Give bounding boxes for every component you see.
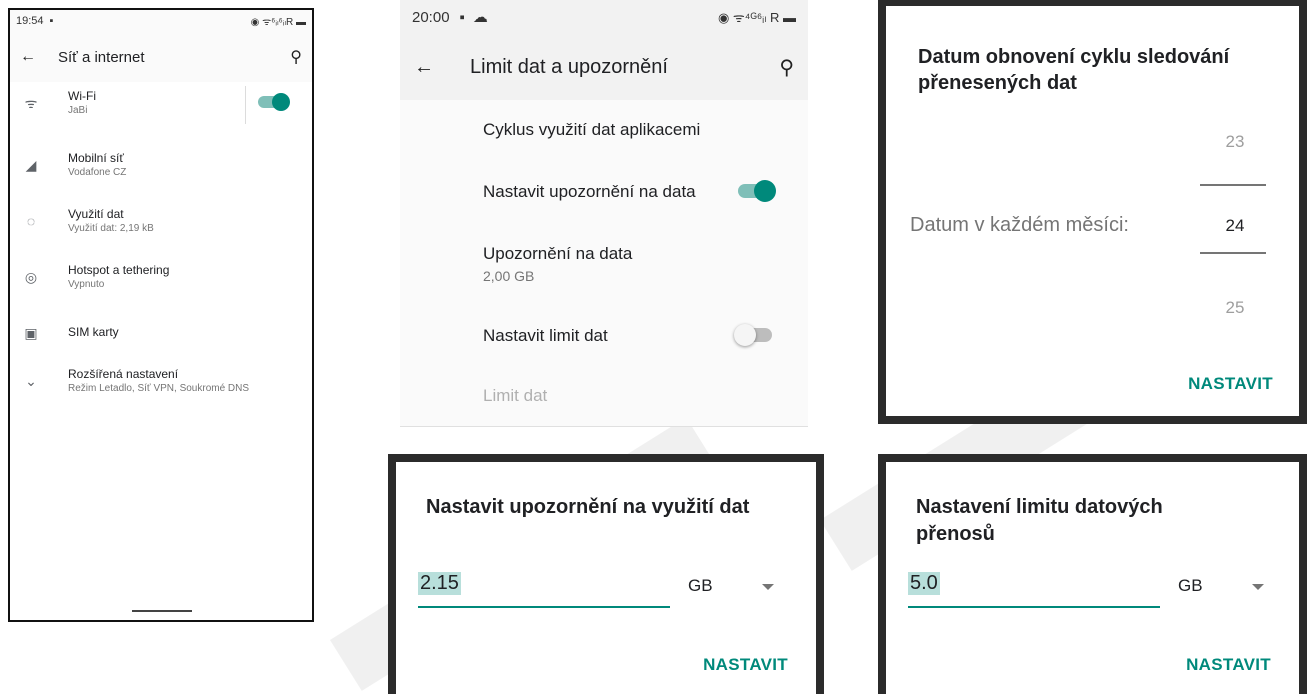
status-time: 20:00	[412, 8, 450, 26]
item-subtitle: Využití dat: 2,19 kB	[68, 223, 154, 234]
item-title: SIM karty	[68, 325, 119, 339]
status-icons: ◉ ᯤ⁴ᴳ⁶ᵢₗ R ▬	[717, 10, 796, 25]
page-title: Síť a internet	[58, 48, 145, 66]
limit-input[interactable]: 5.0	[908, 572, 940, 595]
list-item-advanced[interactable]: ⌄ Rozšířená nastavení Režim Letadlo, Síť…	[10, 366, 312, 416]
picker-current-value[interactable]: 24	[1200, 216, 1270, 236]
list-item-data-usage[interactable]: ◌ Využití dat Využití dat: 2,19 kB	[10, 206, 312, 256]
input-underline	[908, 606, 1160, 608]
signal-icon: ◢	[25, 156, 37, 173]
date-label: Datum v každém měsíci:	[910, 214, 1129, 236]
network-settings-screen: 19:54 ▪ ◉ ᯤ⁶ᵢₗ⁶ᵢₗR ▬ ← Síť a internet ⚲ …	[8, 8, 314, 622]
data-limit-screen: 20:00 ▪ ☁ ◉ ᯤ⁴ᴳ⁶ᵢₗ R ▬ ← Limit dat a upo…	[400, 0, 808, 427]
set-button[interactable]: NASTAVIT	[1186, 655, 1271, 675]
back-arrow-icon[interactable]: ←	[20, 48, 36, 66]
back-arrow-icon[interactable]: ←	[414, 56, 434, 79]
list-item-sim[interactable]: ▣ SIM karty	[10, 318, 312, 360]
data-warning-dialog: Nastavit upozornění na využití dat 2.15 …	[388, 454, 824, 694]
dropdown-caret-icon[interactable]	[762, 584, 774, 590]
warning-toggle[interactable]	[738, 180, 776, 202]
image-icon: ▪	[49, 15, 54, 27]
set-button[interactable]: NASTAVIT	[703, 655, 788, 675]
item-title: Rozšířená nastavení	[68, 367, 179, 381]
divider	[245, 86, 246, 124]
cycle-row[interactable]: Cyklus využití dat aplikacemi	[483, 120, 794, 140]
warning-value: 2,00 GB	[483, 268, 535, 284]
hotspot-icon: ◎	[24, 268, 38, 285]
dialog-title: Nastavení limitu datových přenosů	[916, 496, 1163, 545]
cycle-date-dialog: Datum obnovení cyklu sledování přenesený…	[878, 0, 1307, 424]
chevron-down-icon: ⌄	[25, 372, 37, 389]
input-underline	[418, 606, 670, 608]
cycle-label: Cyklus využití dat aplikacemi	[483, 120, 701, 139]
toolbar: ← Síť a internet ⚲	[10, 32, 312, 82]
dialog-title: Datum obnovení cyklu sledování přenesený…	[918, 46, 1230, 94]
status-bar: 20:00 ▪ ☁ ◉ ᯤ⁴ᴳ⁶ᵢₗ R ▬	[400, 0, 808, 34]
limit-label: Limit dat	[483, 386, 548, 405]
dialog-title: Nastavit upozornění na využití dat	[426, 496, 750, 518]
limit-row: Limit dat	[483, 386, 794, 406]
picker-prev-value[interactable]: 23	[1200, 132, 1270, 152]
limit-toggle-row[interactable]: Nastavit limit dat	[483, 324, 794, 346]
nav-handle[interactable]	[132, 610, 192, 612]
image-icon: ▪	[459, 8, 465, 26]
data-usage-icon: ◌	[26, 213, 36, 229]
warning-row[interactable]: Upozornění na data 2,00 GB	[483, 244, 794, 284]
search-icon[interactable]: ⚲	[290, 47, 302, 67]
item-title: Využití dat	[68, 207, 124, 221]
item-title: Mobilní síť	[68, 151, 124, 165]
item-title: Wi-Fi	[68, 89, 96, 103]
cloud-icon: ☁	[472, 9, 488, 26]
list-item-wifi[interactable]: ᯤ Wi-Fi JaBi	[10, 86, 312, 138]
list-item-mobile[interactable]: ◢ Mobilní síť Vodafone CZ	[10, 150, 312, 200]
warning-input[interactable]: 2.15	[418, 572, 461, 595]
picker-next-value[interactable]: 25	[1200, 298, 1270, 318]
wifi-toggle[interactable]	[258, 93, 290, 111]
item-subtitle: Vodafone CZ	[68, 167, 127, 178]
page-title: Limit dat a upozornění	[470, 55, 668, 78]
item-subtitle: Režim Letadlo, Síť VPN, Soukromé DNS	[68, 383, 250, 394]
warning-label: Upozornění na data	[483, 244, 633, 263]
item-subtitle: JaBi	[68, 105, 88, 116]
unit-select[interactable]: GB	[1178, 576, 1203, 596]
item-subtitle: Vypnuto	[68, 279, 105, 290]
status-icons: ◉ ᯤ⁶ᵢₗ⁶ᵢₗR ▬	[250, 17, 306, 28]
picker-divider	[1200, 184, 1266, 186]
data-limit-dialog: Nastavení limitu datových přenosů 5.0 GB…	[878, 454, 1307, 694]
set-button[interactable]: NASTAVIT	[1188, 374, 1273, 394]
dropdown-caret-icon[interactable]	[1252, 584, 1264, 590]
item-title: Hotspot a tethering	[68, 263, 170, 277]
wifi-icon: ᯤ	[24, 94, 38, 111]
sim-icon: ▣	[24, 324, 38, 341]
search-icon[interactable]: ⚲	[779, 55, 794, 80]
toolbar: ← Limit dat a upozornění ⚲	[400, 34, 808, 100]
limit-toggle[interactable]	[734, 324, 772, 346]
warning-toggle-row[interactable]: Nastavit upozornění na data	[483, 180, 794, 202]
unit-select[interactable]: GB	[688, 576, 713, 596]
list-item-hotspot[interactable]: ◎ Hotspot a tethering Vypnuto	[10, 262, 312, 312]
status-time: 19:54	[16, 15, 44, 27]
picker-divider	[1200, 252, 1266, 254]
status-bar: 19:54 ▪ ◉ ᯤ⁶ᵢₗ⁶ᵢₗR ▬	[10, 10, 312, 32]
